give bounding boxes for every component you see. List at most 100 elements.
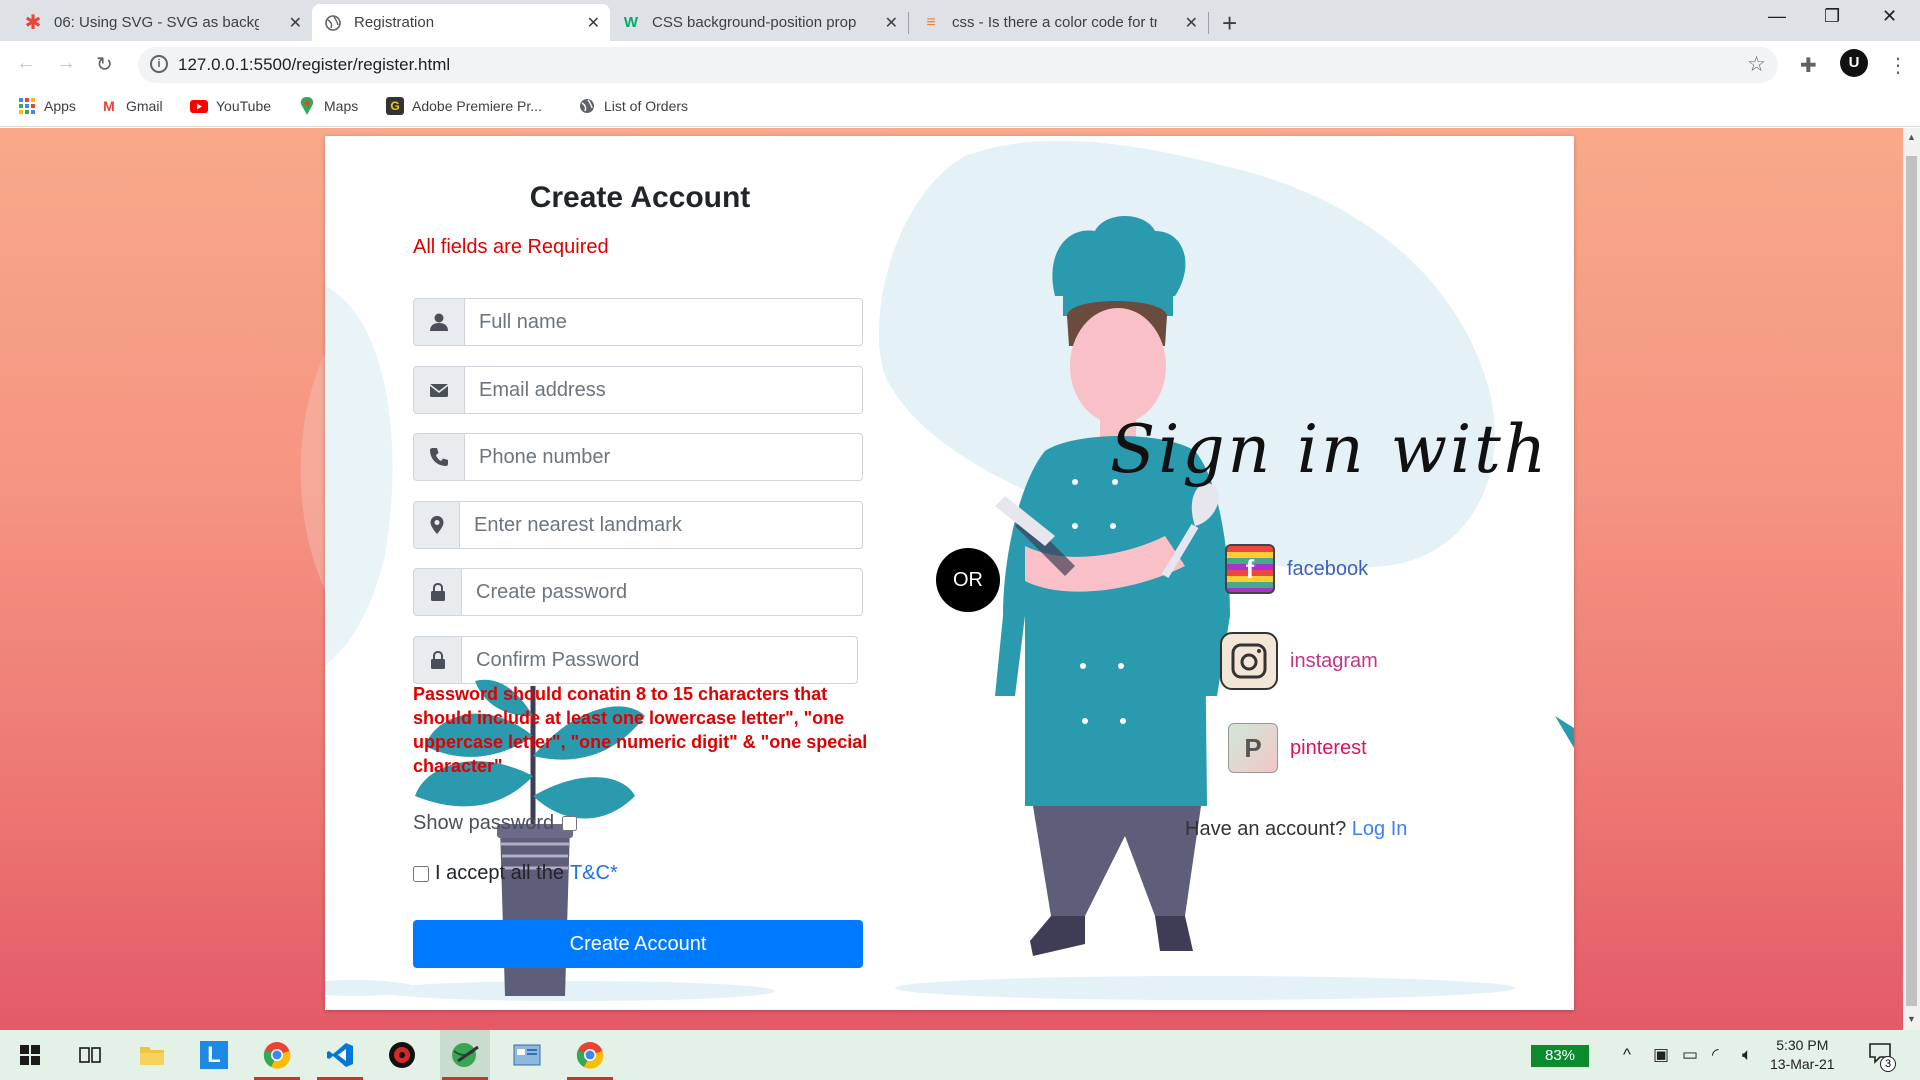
chef-illustration	[995, 216, 1230, 956]
required-note: All fields are Required	[413, 236, 609, 258]
phone-field	[413, 433, 863, 481]
info-icon[interactable]: i	[150, 55, 168, 73]
notification-count: 3	[1880, 1056, 1896, 1072]
close-icon[interactable]: ✕	[289, 13, 302, 33]
minimize-icon[interactable]: —	[1768, 6, 1786, 27]
bookmark-label: Maps	[324, 98, 359, 114]
bookmark-label: Gmail	[126, 98, 163, 114]
landmark-input[interactable]	[460, 501, 863, 549]
forward-icon[interactable]: →	[56, 52, 76, 75]
show-password-toggle[interactable]: Show password	[413, 812, 578, 835]
user-icon	[413, 298, 465, 346]
clock[interactable]: 5:30 PM 13-Mar-21	[1770, 1036, 1835, 1074]
vscode-icon[interactable]	[315, 1030, 365, 1080]
back-icon[interactable]: ←	[16, 52, 36, 75]
have-account-row: Have an account? Log In	[1185, 818, 1407, 841]
close-icon[interactable]: ✕	[1185, 13, 1198, 33]
close-icon[interactable]: ✕	[885, 13, 898, 33]
tab-separator	[1208, 12, 1209, 34]
vertical-scrollbar[interactable]: ▲ ▼	[1903, 128, 1920, 1030]
file-explorer-icon[interactable]	[127, 1030, 177, 1080]
avatar[interactable]: U	[1840, 49, 1868, 77]
new-tab-button[interactable]: +	[1222, 8, 1237, 39]
reload-icon[interactable]: ↻	[96, 52, 113, 77]
bookmark-gmail[interactable]: M Gmail	[100, 97, 163, 115]
browser-globe-icon[interactable]	[440, 1030, 490, 1080]
stackoverflow-icon: ≡	[926, 13, 936, 31]
facebook-link[interactable]: f facebook	[1225, 544, 1368, 594]
tab-stackoverflow[interactable]: ≡ css - Is there a color code for tran ✕	[910, 4, 1208, 41]
tab-registration[interactable]: Registration ✕	[312, 4, 610, 41]
scrollbar-thumb[interactable]	[1906, 156, 1917, 1006]
tab-bar: ✱ 06: Using SVG - SVG as backgrou ✕ Regi…	[0, 0, 1920, 41]
terms-link[interactable]: T&C*	[570, 862, 618, 885]
globe-icon	[324, 14, 342, 32]
instagram-link[interactable]: instagram	[1220, 632, 1378, 690]
email-input[interactable]	[465, 366, 863, 414]
tab-title: css - Is there a color code for tran	[952, 14, 1157, 31]
create-password-input[interactable]	[462, 568, 863, 616]
menu-kebab-icon[interactable]: ⋮	[1888, 53, 1908, 78]
adobe-icon: G	[386, 97, 404, 115]
show-password-checkbox[interactable]	[562, 816, 578, 831]
login-link[interactable]: Log In	[1352, 818, 1408, 840]
tab-css-background-position[interactable]: W CSS background-position proper ✕	[610, 4, 908, 41]
full-name-input[interactable]	[465, 298, 863, 346]
facebook-label: facebook	[1287, 557, 1369, 580]
tab-separator	[908, 12, 909, 34]
clock-time: 5:30 PM	[1776, 1037, 1829, 1053]
windows-start-icon[interactable]	[5, 1030, 55, 1080]
phone-input[interactable]	[465, 433, 863, 481]
battery-indicator[interactable]: 83%	[1531, 1045, 1589, 1067]
scroll-down-icon[interactable]: ▼	[1907, 1014, 1916, 1024]
password-hint: Password should conatin 8 to 15 characte…	[413, 684, 868, 776]
lock-icon	[413, 568, 462, 616]
facebook-icon: f	[1225, 544, 1275, 594]
control-panel-icon[interactable]	[502, 1030, 552, 1080]
bookmark-apps[interactable]: Apps	[18, 97, 76, 115]
app-red-icon[interactable]	[377, 1030, 427, 1080]
extensions-icon[interactable]: ✚	[1800, 53, 1817, 78]
bookmark-label: Apps	[44, 98, 76, 114]
scroll-up-icon[interactable]: ▲	[1907, 132, 1916, 142]
bookmark-label: YouTube	[216, 98, 272, 114]
taskbar: L 83% ^ ▣ ▭ ◜ 🔈︎ 5:30 PM 13-Mar-21 3	[0, 1030, 1920, 1080]
browser-toolbar: ← → ↻ i 127.0.0.1:5500/register/register…	[0, 41, 1920, 89]
map-marker-icon	[413, 501, 460, 549]
meet-now-icon[interactable]: ▣	[1653, 1045, 1669, 1065]
app-l-icon[interactable]: L	[189, 1030, 239, 1080]
bookmark-youtube[interactable]: YouTube	[190, 97, 271, 115]
chrome-taskbar-icon[interactable]	[252, 1030, 302, 1080]
bookmark-adobe-premiere[interactable]: G Adobe Premiere Pr...	[386, 97, 542, 115]
create-account-button[interactable]: Create Account	[413, 920, 863, 968]
accept-terms-checkbox[interactable]	[413, 865, 429, 882]
close-window-icon[interactable]: ✕	[1882, 6, 1897, 27]
instagram-label: instagram	[1290, 649, 1378, 672]
tab-title: CSS background-position proper	[652, 14, 857, 31]
address-bar[interactable]: i 127.0.0.1:5500/register/register.html …	[138, 47, 1778, 83]
gmail-icon: M	[103, 98, 115, 114]
clock-date: 13-Mar-21	[1770, 1056, 1835, 1072]
pinterest-icon: P	[1228, 723, 1278, 773]
bookmark-label: Adobe Premiere Pr...	[412, 98, 542, 114]
chevron-up-icon[interactable]: ^	[1623, 1045, 1631, 1065]
show-password-label: Show password	[413, 812, 555, 834]
pinterest-link[interactable]: P pinterest	[1228, 723, 1367, 773]
task-view-icon[interactable]	[65, 1030, 115, 1080]
bookmark-star-icon[interactable]: ☆	[1747, 52, 1766, 77]
full-name-field	[413, 298, 863, 346]
registration-card: Create Account All fields are Required F…	[325, 136, 1574, 1010]
bookmark-list-of-orders[interactable]: List of Orders	[578, 97, 688, 115]
chrome-taskbar-icon-2[interactable]	[565, 1030, 615, 1080]
page-title: Create Account	[529, 181, 751, 214]
close-icon[interactable]: ✕	[587, 13, 600, 33]
volume-icon[interactable]: 🔈︎	[1742, 1045, 1752, 1065]
battery-icon[interactable]: ▭	[1682, 1045, 1698, 1065]
instagram-icon	[1220, 632, 1278, 690]
accept-terms-label: I accept all the	[435, 862, 564, 884]
restore-icon[interactable]: ❐	[1824, 6, 1840, 27]
wifi-icon[interactable]: ◜	[1712, 1045, 1719, 1065]
bookmark-maps[interactable]: Maps	[298, 97, 358, 115]
tab-svg-background[interactable]: ✱ 06: Using SVG - SVG as backgrou ✕	[12, 4, 312, 41]
pinterest-label: pinterest	[1290, 736, 1367, 759]
